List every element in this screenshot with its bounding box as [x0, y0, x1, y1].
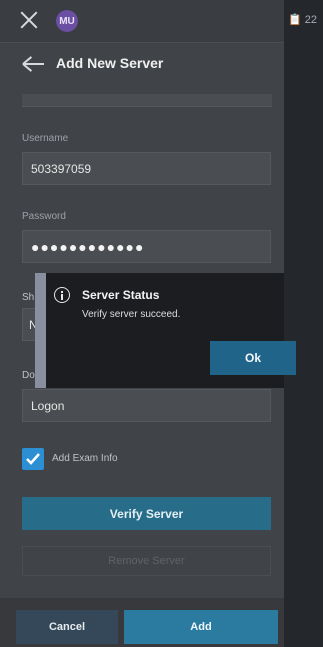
remove-server-button: Remove Server — [22, 546, 271, 576]
hidden-field-label: Sh — [22, 292, 35, 303]
back-arrow-icon[interactable] — [22, 55, 44, 73]
ok-button[interactable]: Ok — [210, 341, 296, 375]
dialog-message: Verify server succeed. — [82, 309, 181, 320]
footer-bar: Cancel Add — [0, 598, 284, 647]
logon-value: Logon — [31, 398, 65, 413]
avatar[interactable]: MU — [56, 10, 78, 32]
password-label: Password — [22, 211, 66, 222]
dialog-accent-bar — [35, 273, 46, 388]
clipboard-icon: 📋 — [288, 14, 302, 26]
info-icon — [54, 287, 70, 303]
scrolled-field[interactable] — [22, 94, 272, 107]
side-strip: 📋 22 — [284, 0, 323, 647]
top-bar: MU — [0, 0, 284, 43]
username-field[interactable]: 503397059 — [22, 152, 271, 185]
logon-field[interactable]: Logon — [22, 389, 271, 422]
cancel-button[interactable]: Cancel — [16, 610, 118, 644]
add-button[interactable]: Add — [124, 610, 278, 644]
page-header: Add New Server — [0, 43, 284, 85]
page-title: Add New Server — [56, 55, 164, 71]
username-value: 503397059 — [31, 161, 92, 176]
password-field[interactable]: ●●●●●●●●●●●● — [22, 230, 271, 263]
dialog-title: Server Status — [82, 288, 160, 302]
close-icon[interactable] — [18, 9, 40, 31]
side-strip-text: 📋 22 — [288, 13, 317, 26]
username-label: Username — [22, 133, 69, 144]
add-exam-info-label: Add Exam Info — [52, 453, 118, 464]
password-mask: ●●●●●●●●●●●● — [31, 238, 145, 255]
verify-server-button[interactable]: Verify Server — [22, 497, 271, 530]
side-strip-value: 22 — [304, 14, 318, 26]
add-exam-info-checkbox[interactable] — [22, 448, 44, 470]
domain-label: Do — [22, 370, 35, 381]
check-icon — [26, 453, 40, 465]
